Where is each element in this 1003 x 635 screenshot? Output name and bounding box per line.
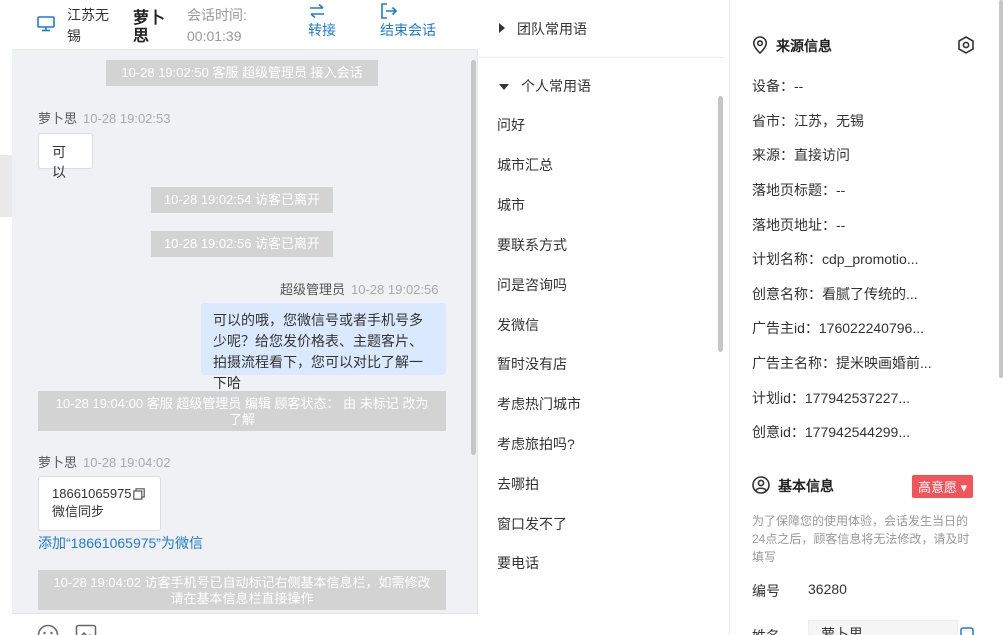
agent-sender: 超级管理员 10-28 19:02:56 xyxy=(280,279,438,298)
source-field-creative-name: 创意名称：看腻了传统的... xyxy=(752,286,918,302)
agent-message: 可以的哦，您微信号或者手机号多少呢？给您发价格表、主题客片、拍摄流程看下，您可以… xyxy=(201,303,446,391)
team-phrases-label: 团队常用语 xyxy=(517,21,587,37)
personal-phrases-toggle[interactable]: 个人常用语 xyxy=(499,76,591,96)
session-label: 会话时间: xyxy=(187,7,247,23)
sender-time: 10-28 19:02:56 xyxy=(351,282,439,297)
edit-notice: 为了保障您的使用体验，会话发生当日的24点之后，顾客信息将无法修改，请及时填写 xyxy=(752,514,970,564)
wechat-sync-label: 微信同步 xyxy=(52,504,105,519)
copy-icon[interactable] xyxy=(132,488,145,500)
source-field-landing-title: 落地页标题：-- xyxy=(752,182,846,198)
monitor-icon xyxy=(37,16,55,32)
sender-name: 萝卜思 xyxy=(38,455,78,470)
phrases-panel: 团队常用语 个人常用语 问好 城市汇总 城市 要联系方式 问是咨询吗 发微信 暂… xyxy=(479,0,730,635)
source-title-text: 来源信息 xyxy=(776,38,832,54)
number-value: 36280 xyxy=(808,581,847,597)
user-circle-icon xyxy=(752,476,770,494)
sender-name: 萝卜思 xyxy=(38,111,78,126)
transfer-button[interactable]: 转接 xyxy=(308,3,336,39)
chat-scrollbar[interactable] xyxy=(471,60,476,455)
team-phrases-toggle[interactable]: 团队常用语 xyxy=(499,19,587,39)
basic-info-title: 基本信息 xyxy=(752,476,834,496)
source-field-advertiser-id: 广告主id：176022240796... xyxy=(752,320,924,336)
left-edge xyxy=(0,0,12,635)
app-root: 江苏无锡 萝卜思 会话时间: 00:01:39 转接 结束会话 10-28 19… xyxy=(0,0,1003,635)
phrases-scrollbar[interactable] xyxy=(718,96,723,352)
transfer-icon xyxy=(310,3,324,19)
phrase-item[interactable]: 要电话 xyxy=(497,553,539,573)
intent-badge-label: 高意愿 xyxy=(918,480,958,495)
system-message: 10-28 19:02:54 访客已离开 xyxy=(151,187,333,213)
end-session-button[interactable]: 结束会话 xyxy=(380,3,436,39)
info-panel: 来源信息 设备：-- 省市：江苏，无锡 来源：直接访问 落地页标题：-- 落地页… xyxy=(731,0,1003,635)
number-label: 编号 xyxy=(752,583,780,599)
logout-icon xyxy=(381,3,398,19)
source-field-plan-name: 计划名称：cdp_promotio... xyxy=(752,251,919,267)
add-wechat-link[interactable]: 添加“18661065975”为微信 xyxy=(38,533,203,553)
phrase-item[interactable]: 问是咨询吗 xyxy=(497,275,567,295)
divider xyxy=(479,57,724,58)
intent-badge[interactable]: 高意愿 ▾ xyxy=(912,475,974,498)
sender-time: 10-28 19:04:02 xyxy=(83,455,171,470)
info-scrollbar[interactable] xyxy=(999,0,1003,378)
phrase-item[interactable]: 去哪拍 xyxy=(497,474,539,494)
visitor-sender: 萝卜思 10-28 19:04:02 xyxy=(38,452,170,471)
caret-down-icon xyxy=(499,84,509,90)
source-field-device: 设备：-- xyxy=(752,78,804,94)
phrase-item[interactable]: 发微信 xyxy=(497,315,539,335)
phrase-item[interactable]: 城市 xyxy=(497,195,525,215)
personal-phrases-label: 个人常用语 xyxy=(521,78,591,94)
system-message: 10-28 19:02:50 客服 超级管理员 接入会话 xyxy=(106,60,378,86)
settings-icon[interactable] xyxy=(957,36,975,54)
phone-number: 18661065975 xyxy=(52,486,132,501)
caret-down-icon: ▾ xyxy=(960,480,968,495)
session-time: 00:01:39 xyxy=(187,28,242,44)
visitor-message: 可以 xyxy=(38,133,93,180)
sender-time: 10-28 19:02:53 xyxy=(83,111,171,126)
phrase-item[interactable]: 问好 xyxy=(497,115,525,135)
visitor-name: 萝卜思 xyxy=(133,10,166,45)
source-field-advertiser-name: 广告主名称：提米映画婚前... xyxy=(752,355,932,371)
chat-panel: 江苏无锡 萝卜思 会话时间: 00:01:39 转接 结束会话 10-28 19… xyxy=(12,0,495,635)
phrase-item[interactable]: 要联系方式 xyxy=(497,235,567,255)
caret-right-icon xyxy=(499,23,505,33)
visitor-sender: 萝卜思 10-28 19:02:53 xyxy=(38,108,170,127)
phrase-item[interactable]: 考虑旅拍吗? xyxy=(497,434,575,454)
source-field-province: 省市：江苏，无锡 xyxy=(752,113,864,129)
name-input[interactable] xyxy=(808,620,958,635)
end-session-label: 结束会话 xyxy=(380,22,436,38)
image-icon[interactable] xyxy=(75,624,97,635)
location-pin-icon xyxy=(752,36,768,55)
emoji-icon[interactable] xyxy=(37,624,59,635)
visitor-phone-card: 18661065975 微信同步 xyxy=(38,476,161,531)
visitor-location: 江苏无锡 xyxy=(67,7,109,44)
phrase-item[interactable]: 暂时没有店 xyxy=(497,354,567,374)
message-list[interactable]: 10-28 19:02:50 客服 超级管理员 接入会话 萝卜思 10-28 19… xyxy=(12,50,478,613)
phrase-item[interactable]: 考虑热门城市 xyxy=(497,394,581,414)
source-field-plan-id: 计划id：177942537227... xyxy=(752,390,910,406)
basic-title-text: 基本信息 xyxy=(778,478,834,494)
source-info-title: 来源信息 xyxy=(752,36,832,56)
system-message: 10-28 19:04:00 客服 超级管理员 编辑 顾客状态： 由 未标记 改… xyxy=(38,391,446,431)
source-field-creative-id: 创意id：177942544299... xyxy=(752,424,910,440)
edit-icon[interactable] xyxy=(960,627,974,635)
phrase-item[interactable]: 窗口发不了 xyxy=(497,514,567,534)
transfer-label: 转接 xyxy=(308,22,336,38)
phone-row: 18661065975 xyxy=(52,485,147,503)
phrase-item[interactable]: 城市汇总 xyxy=(497,155,553,175)
system-message: 10-28 19:04:02 访客手机号已自动标记右侧基本信息栏，如需修改请在基… xyxy=(38,570,446,610)
chat-footer xyxy=(12,613,495,635)
source-field-landing-url: 落地页地址：-- xyxy=(752,217,846,233)
name-label: 姓名 xyxy=(752,626,780,635)
edge-tab[interactable] xyxy=(0,155,12,217)
session-timer: 会话时间: 00:01:39 xyxy=(187,5,247,47)
system-message: 10-28 19:02:56 访客已离开 xyxy=(151,231,333,257)
sender-name: 超级管理员 xyxy=(280,282,346,297)
source-field-origin: 来源：直接访问 xyxy=(752,147,850,163)
chat-header: 江苏无锡 萝卜思 会话时间: 00:01:39 转接 结束会话 xyxy=(12,0,478,50)
